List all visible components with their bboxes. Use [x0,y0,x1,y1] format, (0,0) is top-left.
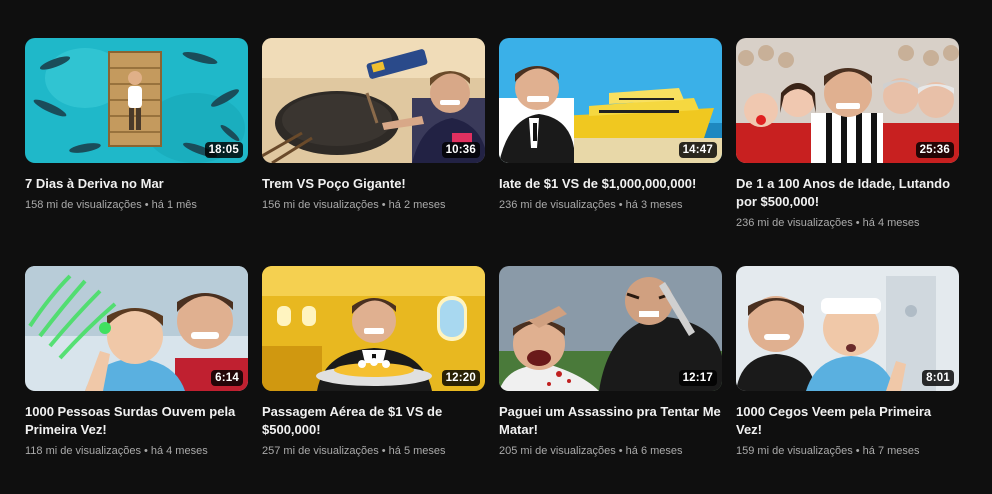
view-count: 205 mi de visualizações [499,445,616,457]
view-count: 257 mi de visualizações [262,445,379,457]
video-thumbnail[interactable]: 18:05 [25,38,248,163]
view-count: 236 mi de visualizações [499,199,616,211]
upload-age: há 1 mês [151,199,197,211]
video-title[interactable]: 1000 Pessoas Surdas Ouvem pela Primeira … [25,403,248,439]
video-title[interactable]: 1000 Cegos Veem pela Primeira Vez! [736,403,959,439]
video-meta: 236 mi de visualizações • há 4 meses [736,216,959,230]
video-meta: 205 mi de visualizações • há 6 meses [499,444,722,458]
meta-separator: • [618,445,623,457]
video-card[interactable]: 18:05 7 Dias à Deriva no Mar 158 mi de v… [25,38,248,266]
video-thumbnail[interactable]: 10:36 [262,38,485,163]
video-duration: 10:36 [441,142,480,158]
video-meta: 118 mi de visualizações • há 4 meses [25,444,248,458]
video-title[interactable]: 7 Dias à Deriva no Mar [25,175,248,193]
video-title[interactable]: Trem VS Poço Gigante! [262,175,485,193]
upload-age: há 3 meses [625,199,683,211]
meta-separator: • [143,445,148,457]
video-meta: 158 mi de visualizações • há 1 mês [25,198,248,212]
video-card[interactable]: 14:47 Iate de $1 VS de $1,000,000,000! 2… [499,38,722,266]
upload-age: há 4 meses [150,445,208,457]
video-card[interactable]: 10:36 Trem VS Poço Gigante! 156 mi de vi… [262,38,485,266]
upload-age: há 5 meses [388,445,446,457]
meta-separator: • [381,199,386,211]
view-count: 158 mi de visualizações [25,199,142,211]
meta-separator: • [144,199,149,211]
video-meta: 156 mi de visualizações • há 2 meses [262,198,485,212]
video-title[interactable]: Iate de $1 VS de $1,000,000,000! [499,175,722,193]
view-count: 118 mi de visualizações [25,445,141,457]
meta-separator: • [855,445,860,457]
video-thumbnail[interactable]: 6:14 [25,266,248,391]
video-grid: 18:05 7 Dias à Deriva no Mar 158 mi de v… [25,38,959,494]
upload-age: há 7 meses [862,445,920,457]
video-thumbnail[interactable]: 12:17 [499,266,722,391]
video-card[interactable]: 25:36 De 1 a 100 Anos de Idade, Lutando … [736,38,959,266]
video-title[interactable]: De 1 a 100 Anos de Idade, Lutando por $5… [736,175,959,211]
video-duration: 14:47 [678,142,717,158]
upload-age: há 4 meses [862,217,920,229]
video-title[interactable]: Paguei um Assassino pra Tentar Me Matar! [499,403,722,439]
video-duration: 25:36 [915,142,954,158]
video-card[interactable]: 8:01 1000 Cegos Veem pela Primeira Vez! … [736,266,959,494]
video-duration: 8:01 [922,370,954,386]
video-duration: 12:17 [678,370,717,386]
video-thumbnail[interactable]: 8:01 [736,266,959,391]
meta-separator: • [381,445,386,457]
upload-age: há 6 meses [625,445,683,457]
video-meta: 236 mi de visualizações • há 3 meses [499,198,722,212]
video-card[interactable]: 12:20 Passagem Aérea de $1 VS de $500,00… [262,266,485,494]
video-card[interactable]: 12:17 Paguei um Assassino pra Tentar Me … [499,266,722,494]
meta-separator: • [618,199,623,211]
video-duration: 12:20 [441,370,480,386]
meta-separator: • [855,217,860,229]
video-thumbnail[interactable]: 12:20 [262,266,485,391]
video-thumbnail[interactable]: 14:47 [499,38,722,163]
video-duration: 6:14 [211,370,243,386]
view-count: 159 mi de visualizações [736,445,853,457]
video-meta: 257 mi de visualizações • há 5 meses [262,444,485,458]
video-meta: 159 mi de visualizações • há 7 meses [736,444,959,458]
video-duration: 18:05 [204,142,243,158]
video-thumbnail[interactable]: 25:36 [736,38,959,163]
video-title[interactable]: Passagem Aérea de $1 VS de $500,000! [262,403,485,439]
view-count: 236 mi de visualizações [736,217,853,229]
upload-age: há 2 meses [388,199,446,211]
view-count: 156 mi de visualizações [262,199,379,211]
video-card[interactable]: 6:14 1000 Pessoas Surdas Ouvem pela Prim… [25,266,248,494]
